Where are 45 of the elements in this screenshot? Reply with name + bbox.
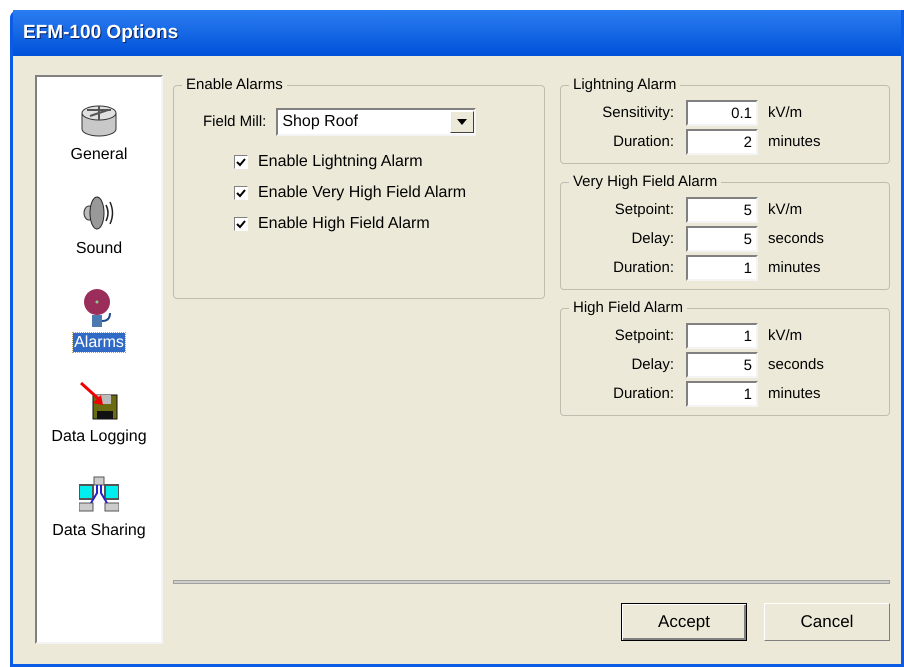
dialog-button[interactable]: Accept (621, 603, 747, 641)
checkbox[interactable] (234, 186, 248, 200)
field-label: Duration: (612, 384, 675, 404)
window-title: EFM-100 Options (23, 20, 178, 45)
sidebar-item[interactable]: Alarms (73, 333, 125, 352)
checkbox-label: Enable Very High Field Alarm (258, 183, 466, 203)
checkbox-label: Enable Lightning Alarm (258, 152, 423, 172)
checkbox[interactable] (234, 155, 248, 169)
dropdown[interactable]: Shop Roof (276, 108, 476, 136)
field-label: Duration: (612, 132, 675, 152)
unit-label: minutes (767, 384, 821, 404)
number-field[interactable]: 5 (686, 352, 758, 378)
number-field[interactable]: 5 (686, 226, 758, 252)
unit-label: minutes (767, 132, 821, 152)
field-label: Duration: (612, 258, 675, 278)
group-title: Lightning Alarm (569, 76, 680, 94)
field-label: Setpoint: (614, 326, 675, 346)
unit-label: seconds (767, 354, 824, 375)
floppy-disk-arrow-icon (79, 381, 119, 421)
number-field[interactable]: 1 (686, 323, 758, 349)
number-field[interactable]: 1 (686, 255, 758, 281)
unit-label: minutes (767, 258, 821, 278)
number-field[interactable]: 2 (686, 129, 758, 155)
sidebar-item[interactable]: General (70, 145, 128, 164)
checkbox-label: Enable High Field Alarm (258, 214, 430, 234)
sidebar-item[interactable]: Data Logging (50, 427, 148, 446)
unit-label: kV/m (767, 326, 802, 346)
dialog-button[interactable]: Cancel (764, 603, 890, 641)
checkbox[interactable] (234, 217, 248, 231)
field-label: Setpoint: (614, 200, 675, 220)
group-title: Very High Field Alarm (569, 173, 722, 191)
dropdown-value: Shop Roof (281, 112, 359, 132)
unit-label: kV/m (767, 200, 802, 220)
number-field[interactable]: 0.1 (686, 100, 758, 126)
number-field[interactable]: 1 (686, 381, 758, 407)
unit-label: seconds (767, 228, 824, 249)
group-title: High Field Alarm (569, 299, 688, 317)
number-field[interactable]: 5 (686, 197, 758, 223)
sidebar-item[interactable]: Sound (74, 239, 124, 258)
field-label: Delay: (630, 354, 675, 375)
field-label: Field Mill: (203, 112, 266, 132)
sidebar-item[interactable]: Data Sharing (51, 521, 147, 540)
field-label: Sensitivity: (601, 102, 675, 123)
unit-label: kV/m (767, 102, 802, 123)
field-label: Delay: (630, 228, 675, 249)
